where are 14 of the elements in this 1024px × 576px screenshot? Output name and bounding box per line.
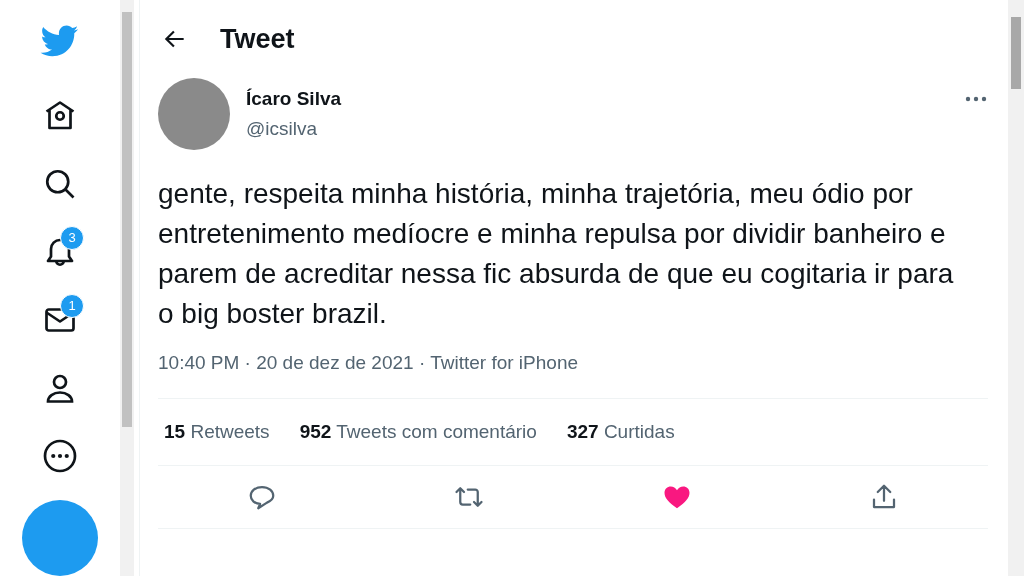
stat-link[interactable]: 327 Curtidas bbox=[566, 421, 675, 443]
more-circle-icon bbox=[42, 437, 78, 474]
tweet-text: gente, respeita minha história, minha trajetória, meu ódio por entretenimento medíocre e minha repulsa por dividir banheiro e parem de acreditar nessa fic absurda de que eu cogitaria ir para o big boster brazil. bbox=[158, 177, 955, 331]
notification-count: 1 bbox=[60, 293, 84, 318]
more-icon[interactable] bbox=[964, 95, 988, 103]
notification-count: 3 bbox=[60, 225, 84, 250]
page-title: Tweet bbox=[220, 23, 295, 55]
scrollbar[interactable] bbox=[120, 0, 134, 576]
author-name[interactable]: Ícaro Silva bbox=[246, 88, 948, 110]
page-scrollbar[interactable] bbox=[1008, 0, 1024, 576]
tweet-timestamp: 10:40 PM · 20 de dez de 2021 · Twitter for iPhone bbox=[158, 352, 988, 399]
stat-link[interactable]: 952 Tweets com comentário bbox=[299, 421, 537, 443]
stat-link[interactable]: 15 Retweets bbox=[164, 421, 270, 443]
author-handle[interactable]: @icsilva bbox=[246, 118, 948, 140]
